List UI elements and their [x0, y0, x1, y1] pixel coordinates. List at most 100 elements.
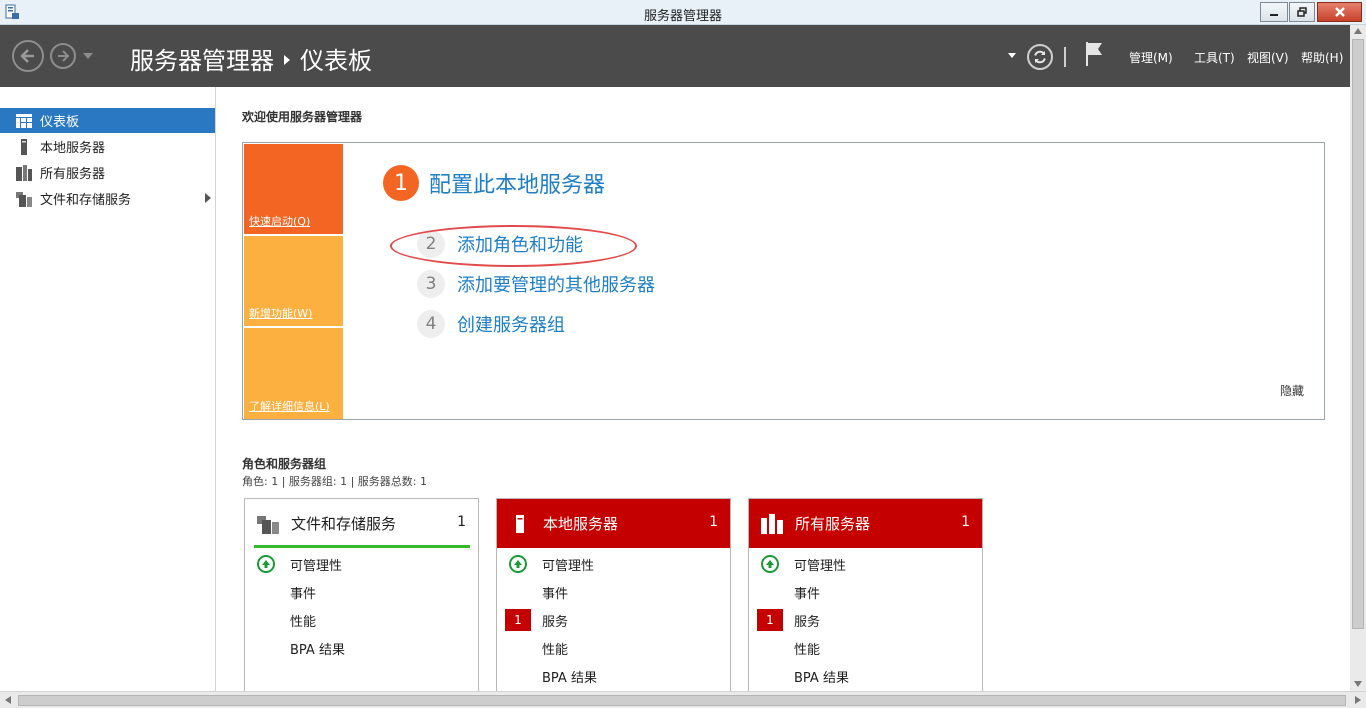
roles-section-title: 角色和服务器组: [242, 457, 327, 471]
forward-arrow-icon: [58, 50, 70, 62]
quick-start-tile[interactable]: 快速启动(Q): [244, 144, 343, 234]
learn-more-label: 了解详细信息(L): [249, 400, 330, 413]
hide-welcome-link[interactable]: 隐藏: [1280, 382, 1304, 399]
card-title: 文件和存储服务: [291, 515, 397, 533]
menu-manage[interactable]: 管理(M): [1129, 49, 1173, 66]
role-card-all-servers[interactable]: 所有服务器 1 可管理性 事件 1 服务 性能 BPA 结果: [748, 498, 983, 698]
sidebar-item-label: 本地服务器: [40, 141, 106, 156]
close-button[interactable]: [1317, 2, 1362, 22]
server-icon: [509, 514, 531, 534]
dropdown-arrow-icon[interactable]: [1008, 53, 1016, 58]
card-row-label: 事件: [542, 586, 569, 602]
notifications-flag-icon[interactable]: [1084, 41, 1104, 67]
back-button[interactable]: [12, 40, 44, 72]
card-count: 1: [961, 514, 970, 530]
step-number-badge: 1: [383, 165, 419, 201]
menu-tools[interactable]: 工具(T): [1194, 49, 1235, 66]
card-row-label: 事件: [290, 586, 317, 602]
breadcrumb: 服务器管理器 仪表板: [130, 41, 372, 76]
scroll-down-icon[interactable]: [1354, 681, 1362, 687]
card-title: 所有服务器: [795, 515, 871, 533]
title-bar: 服务器管理器: [0, 0, 1366, 25]
horizontal-scrollbar[interactable]: [0, 691, 1366, 708]
card-row-events[interactable]: 事件: [749, 578, 982, 606]
sidebar-item-file-storage[interactable]: 文件和存储服务: [0, 186, 215, 211]
menu-view[interactable]: 视图(V): [1247, 49, 1289, 66]
card-header[interactable]: 所有服务器 1: [749, 499, 982, 548]
header-bar: 服务器管理器 仪表板 管理(M) 工具(T) 视图(V) 帮助(H): [0, 25, 1350, 87]
card-count: 1: [709, 514, 718, 530]
card-row-events[interactable]: 事件: [245, 578, 478, 606]
forward-button[interactable]: [50, 43, 76, 69]
card-row-label: 性能: [290, 614, 317, 630]
card-header[interactable]: 文件和存储服务 1: [245, 499, 478, 548]
card-title: 本地服务器: [543, 515, 619, 533]
card-row-bpa-results[interactable]: BPA 结果: [497, 662, 730, 690]
step-link[interactable]: 配置此本地服务器: [429, 167, 605, 199]
card-row-services[interactable]: 1 服务: [497, 606, 730, 634]
vertical-scrollbar[interactable]: [1350, 25, 1366, 691]
card-row-label: BPA 结果: [542, 670, 597, 686]
card-row-manageability[interactable]: 可管理性: [245, 550, 478, 578]
card-row-bpa-results[interactable]: BPA 结果: [749, 662, 982, 690]
file-storage-icon: [16, 191, 32, 207]
servers-icon: [16, 164, 32, 181]
card-row-bpa-results[interactable]: BPA 结果: [245, 634, 478, 662]
card-row-performance[interactable]: 性能: [749, 634, 982, 662]
card-row-manageability[interactable]: 可管理性: [749, 550, 982, 578]
card-row-services[interactable]: 1 服务: [749, 606, 982, 634]
vertical-scroll-thumb[interactable]: [1352, 39, 1364, 629]
restore-button[interactable]: [1289, 2, 1315, 22]
card-count: 1: [457, 514, 466, 530]
step-create-server-group[interactable]: 4 创建服务器组: [417, 310, 565, 338]
scroll-left-icon[interactable]: [5, 696, 11, 704]
menu-help[interactable]: 帮助(H): [1301, 49, 1343, 66]
step-link[interactable]: 添加要管理的其他服务器: [457, 271, 655, 297]
card-row-performance[interactable]: 性能: [245, 606, 478, 634]
scroll-up-icon[interactable]: [1354, 28, 1362, 34]
status-ok-icon: [509, 555, 527, 573]
window-title: 服务器管理器: [643, 9, 722, 24]
refresh-icon: [1034, 50, 1046, 64]
card-row-performance[interactable]: 性能: [497, 634, 730, 662]
card-row-manageability[interactable]: 可管理性: [497, 550, 730, 578]
card-header[interactable]: 本地服务器 1: [497, 499, 730, 548]
sidebar-item-local-server[interactable]: 本地服务器: [0, 134, 215, 159]
expand-arrow-icon[interactable]: [205, 193, 211, 203]
sidebar-item-label: 文件和存储服务: [40, 193, 132, 208]
restore-icon: [1297, 7, 1307, 17]
sidebar-item-dashboard[interactable]: 仪表板: [0, 108, 215, 133]
step-number-badge: 4: [417, 310, 445, 338]
header-divider: [1064, 47, 1066, 67]
scroll-right-icon[interactable]: [1355, 696, 1361, 704]
card-row-label: BPA 结果: [290, 642, 345, 658]
card-row-label: 性能: [542, 642, 569, 658]
learn-more-tile[interactable]: 了解详细信息(L): [244, 328, 343, 419]
card-row-events[interactable]: 事件: [497, 578, 730, 606]
role-card-file-storage[interactable]: 文件和存储服务 1 可管理性 事件 性能 BPA 结果: [244, 498, 479, 698]
step-link[interactable]: 创建服务器组: [457, 311, 565, 337]
card-row-label: 可管理性: [794, 558, 847, 574]
highlight-annotation: [390, 225, 637, 267]
whats-new-label: 新增功能(W): [249, 307, 313, 320]
card-row-label: 可管理性: [542, 558, 595, 574]
card-row-label: 服务: [794, 614, 821, 630]
close-icon: [1334, 7, 1345, 17]
sidebar-item-all-servers[interactable]: 所有服务器: [0, 160, 215, 185]
whats-new-tile[interactable]: 新增功能(W): [244, 236, 343, 326]
step-configure-local-server[interactable]: 1 配置此本地服务器: [383, 165, 605, 201]
servers-icon: [761, 513, 783, 534]
step-add-servers[interactable]: 3 添加要管理的其他服务器: [417, 270, 655, 298]
history-dropdown-icon[interactable]: [83, 53, 93, 59]
role-card-local-server[interactable]: 本地服务器 1 可管理性 事件 1 服务 性能 BPA 结果: [496, 498, 731, 698]
horizontal-scroll-thumb[interactable]: [18, 695, 1346, 706]
refresh-button[interactable]: [1027, 44, 1053, 70]
breadcrumb-root[interactable]: 服务器管理器: [130, 41, 274, 76]
welcome-tile: 快速启动(Q) 新增功能(W) 了解详细信息(L) 1 配置此本地服务器 2 添…: [242, 142, 1325, 420]
card-row-label: 可管理性: [290, 558, 343, 574]
minimize-button[interactable]: [1260, 2, 1288, 22]
card-row-label: 服务: [542, 614, 569, 630]
sidebar-item-label: 仪表板: [40, 115, 80, 130]
alert-count-badge: 1: [505, 609, 531, 631]
quick-start-label: 快速启动(Q): [249, 215, 311, 228]
